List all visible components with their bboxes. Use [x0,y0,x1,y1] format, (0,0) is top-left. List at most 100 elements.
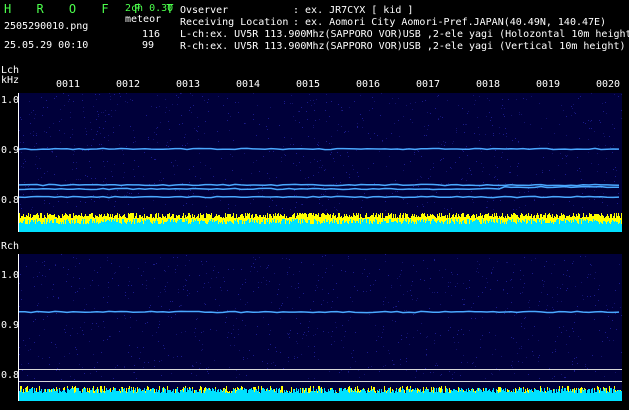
noise-speck [257,105,258,106]
noise-speck [432,292,433,293]
level-bar-cyan [327,222,328,232]
noise-speck [478,127,479,128]
level-bar-cyan [604,221,605,232]
level-bar-cyan [54,219,55,232]
level-bar-cyan [558,389,559,401]
noise-speck [441,183,442,184]
noise-speck [329,116,330,117]
level-bar-cyan [214,222,215,232]
level-bar-cyan [89,393,90,401]
level-bar-cyan [321,393,322,401]
noise-speck [542,172,543,173]
noise-speck [154,132,155,133]
noise-speck [506,147,507,148]
noise-speck [298,283,299,284]
noise-speck [521,323,522,324]
noise-speck [523,275,524,276]
level-bar-cyan [488,223,489,232]
level-bar-cyan [388,388,389,401]
noise-speck [228,204,229,205]
level-bar-cyan [382,392,383,401]
level-bar-cyan [52,223,53,232]
noise-speck [588,274,589,275]
level-bar-cyan [259,393,260,401]
level-bar-cyan [582,219,583,232]
noise-speck [563,110,564,111]
noise-speck [133,372,134,373]
noise-speck [381,337,382,338]
level-bar-cyan [113,219,114,232]
noise-speck [65,180,66,181]
level-bar-cyan [149,390,150,401]
noise-speck [407,333,408,334]
noise-speck [258,192,259,193]
noise-speck [108,140,109,141]
level-bar-cyan [381,389,382,401]
noise-speck [511,279,512,280]
level-bar-cyan [145,393,146,401]
noise-speck [323,300,324,301]
noise-speck [132,100,133,101]
noise-speck [513,209,514,210]
noise-speck [60,142,61,143]
noise-speck [524,257,525,258]
level-bar-cyan [242,389,243,401]
noise-speck [238,294,239,295]
noise-speck [450,167,451,168]
noise-speck [34,286,35,287]
noise-speck [345,271,346,272]
noise-speck [228,332,229,333]
noise-speck [35,114,36,115]
level-bar-cyan [572,392,573,401]
level-bar-cyan [137,223,138,232]
noise-speck [319,203,320,204]
level-bar-cyan [588,389,589,401]
noise-speck [585,123,586,124]
level-bar-cyan [578,388,579,401]
noise-speck [493,200,494,201]
level-bar-cyan [389,388,390,401]
noise-speck [33,110,34,111]
noise-speck [474,133,475,134]
level-bar-cyan [570,220,571,232]
noise-speck [469,168,470,169]
noise-speck [157,142,158,143]
noise-speck [76,162,77,163]
noise-speck [325,110,326,111]
level-bar-cyan [173,389,174,401]
noise-speck [426,354,427,355]
level-bar-cyan [83,388,84,401]
noise-speck [587,296,588,297]
level-bar-cyan [37,392,38,401]
noise-speck [539,145,540,146]
level-bar-cyan [275,223,276,232]
noise-speck [331,307,332,308]
level-bar-cyan [160,224,161,232]
noise-speck [388,275,389,276]
level-bar-cyan [529,389,530,401]
noise-speck [240,288,241,289]
noise-speck [461,179,462,180]
noise-speck [112,176,113,177]
noise-speck [98,326,99,327]
level-bar-cyan [105,391,106,401]
level-bar-cyan [367,219,368,232]
noise-speck [489,112,490,113]
noise-speck [368,168,369,169]
level-bar-cyan [199,391,200,401]
level-bar-cyan [448,219,449,232]
level-bar-cyan [419,220,420,232]
noise-speck [214,266,215,267]
noise-speck [27,375,28,376]
noise-speck [594,295,595,296]
noise-speck [19,354,20,355]
noise-speck [483,182,484,183]
noise-speck [93,106,94,107]
noise-speck [572,328,573,329]
level-bar-cyan [238,224,239,232]
noise-speck [293,163,294,164]
level-bar-cyan [560,393,561,401]
noise-speck [149,307,150,308]
noise-speck [322,165,323,166]
lch-unit: kHz [1,75,20,86]
